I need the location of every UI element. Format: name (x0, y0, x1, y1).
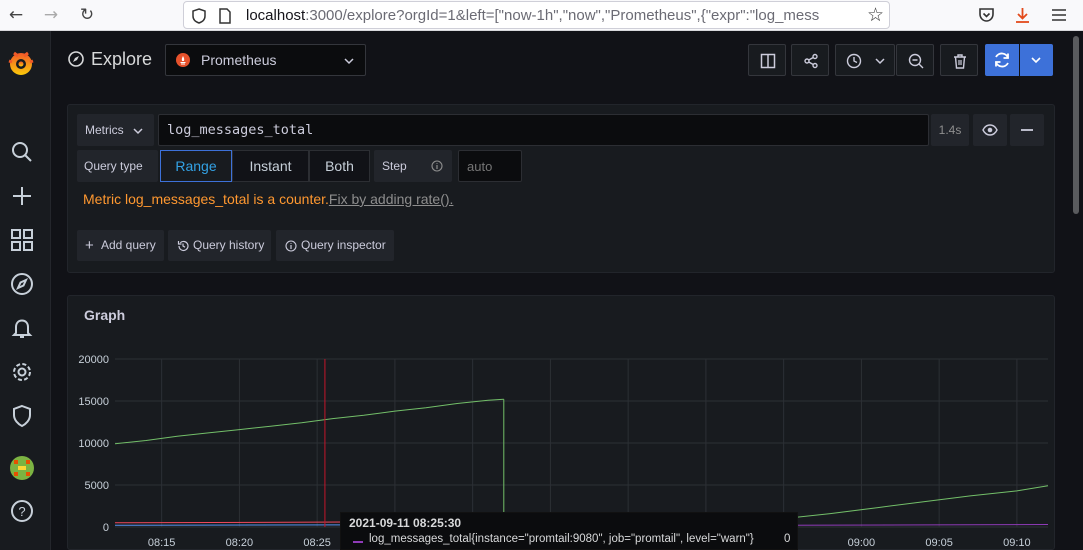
warning-text: Metric log_messages_total is a counter. (83, 191, 329, 207)
help-icon[interactable]: ? (10, 499, 34, 523)
chevron-down-icon (875, 58, 885, 65)
time-picker-button[interactable] (835, 44, 895, 76)
counter-warning: Metric log_messages_total is a counter.F… (83, 191, 453, 207)
query-expression-text: log_messages_total (167, 122, 314, 138)
zoom-out-icon (908, 53, 924, 69)
minus-icon (1021, 129, 1033, 131)
reload-icon[interactable]: ↻ (75, 4, 99, 26)
query-inspector-label: Query inspector (301, 238, 386, 252)
grafana-logo-icon[interactable] (6, 48, 36, 78)
y-tick-label: 15000 (78, 396, 109, 408)
y-tick-label: 20000 (78, 354, 109, 366)
tooltip-series-name: log_messages_total{instance="promtail:90… (369, 533, 754, 545)
history-icon (177, 240, 189, 252)
toggle-visibility-button[interactable] (973, 114, 1007, 146)
series-line (114, 521, 349, 524)
run-query-button[interactable] (985, 44, 1019, 76)
series-line (783, 485, 1049, 520)
query-duration: 1.4s (931, 114, 969, 146)
y-tick-label: 10000 (78, 438, 109, 450)
tooltip-time: 2021-09-11 08:25:30 (349, 516, 462, 530)
share-icon (804, 53, 818, 69)
compass-icon[interactable] (10, 272, 34, 296)
plus-icon: + (85, 237, 94, 254)
svg-text:?: ? (18, 504, 25, 519)
url-text: localhost:3000/explore?orgId=1&left=["no… (246, 7, 820, 24)
gear-icon[interactable] (10, 360, 34, 384)
x-tick-label: 08:25 (303, 537, 331, 549)
page-icon (219, 8, 231, 24)
bell-icon[interactable] (10, 316, 34, 340)
refresh-icon (995, 52, 1009, 68)
explore-header: Explore Prometheus (51, 31, 1083, 89)
metrics-label: Metrics (85, 123, 124, 137)
share-button[interactable] (791, 44, 829, 76)
query-expression-input[interactable]: log_messages_total (158, 114, 929, 146)
graph-title: Graph (84, 307, 126, 323)
search-icon[interactable] (10, 140, 34, 164)
trash-icon (954, 54, 966, 69)
sidebar: ? (0, 31, 51, 550)
address-bar[interactable]: localhost:3000/explore?orgId=1&left=["no… (183, 1, 890, 29)
query-editor-panel: Metrics log_messages_total 1.4s Query ty… (67, 104, 1055, 273)
y-tick-label: 5000 (85, 480, 109, 492)
chevron-down-icon (1031, 57, 1041, 64)
query-type-label: Query type (77, 150, 158, 182)
info-icon (431, 160, 443, 172)
x-tick-label: 09:10 (1003, 537, 1031, 549)
chevron-down-icon (344, 58, 354, 65)
clock-icon (846, 53, 862, 69)
series-line (114, 398, 504, 445)
query-history-label: Query history (193, 238, 265, 252)
x-tick-label: 09:00 (848, 537, 876, 549)
page-scrollbar[interactable] (1073, 36, 1079, 214)
query-inspector-button[interactable]: Query inspector (276, 230, 394, 261)
y-tick-label: 0 (103, 522, 109, 534)
add-query-label: Add query (101, 238, 156, 252)
back-icon[interactable]: ← (4, 4, 28, 26)
graph-tooltip: 2021-09-11 08:25:30 log_messages_total{i… (340, 512, 798, 550)
dashboards-icon[interactable] (10, 228, 34, 252)
step-label: Step (382, 159, 407, 173)
page-title: Explore (91, 49, 153, 69)
x-tick-label: 09:05 (925, 537, 953, 549)
pocket-icon[interactable] (978, 7, 995, 23)
query-type-instant[interactable]: Instant (232, 150, 309, 182)
remove-query-button[interactable] (1010, 114, 1044, 146)
avatar[interactable] (10, 456, 34, 480)
eye-icon (982, 124, 998, 136)
add-query-button[interactable]: + Add query (77, 230, 164, 261)
query-history-button[interactable]: Query history (168, 230, 271, 261)
series-line (783, 524, 1049, 526)
forward-icon[interactable]: → (39, 4, 63, 26)
chevron-down-icon (133, 128, 143, 135)
datasource-picker[interactable]: Prometheus (165, 44, 366, 76)
step-label-container: Step (374, 150, 452, 182)
prometheus-icon (176, 53, 190, 67)
tooltip-series-value: 0 (784, 533, 791, 545)
browser-toolbar: ← → ↻ localhost:3000/explore?orgId=1&lef… (0, 0, 1083, 31)
zoom-out-button[interactable] (896, 44, 934, 76)
metrics-browser-button[interactable]: Metrics (77, 114, 154, 146)
download-icon[interactable] (1014, 6, 1031, 24)
shield-icon (192, 8, 206, 24)
compass-icon (68, 51, 84, 67)
info-icon (285, 240, 297, 252)
datasource-label: Prometheus (201, 52, 277, 68)
bookmark-star-icon[interactable]: ☆ (867, 4, 884, 26)
plus-icon[interactable] (10, 184, 34, 208)
tooltip-series-swatch (353, 541, 363, 543)
step-input[interactable] (458, 150, 522, 182)
menu-icon[interactable] (1051, 8, 1067, 22)
query-type-range[interactable]: Range (160, 150, 232, 182)
x-tick-label: 08:15 (148, 537, 176, 549)
split-button[interactable] (748, 44, 786, 76)
shield-icon[interactable] (10, 404, 34, 428)
fix-rate-link[interactable]: Fix by adding rate(). (329, 191, 454, 207)
split-icon (760, 53, 776, 69)
x-tick-label: 08:20 (226, 537, 254, 549)
refresh-interval-dropdown[interactable] (1020, 44, 1053, 76)
clear-all-button[interactable] (940, 44, 978, 76)
query-type-both[interactable]: Both (309, 150, 370, 182)
